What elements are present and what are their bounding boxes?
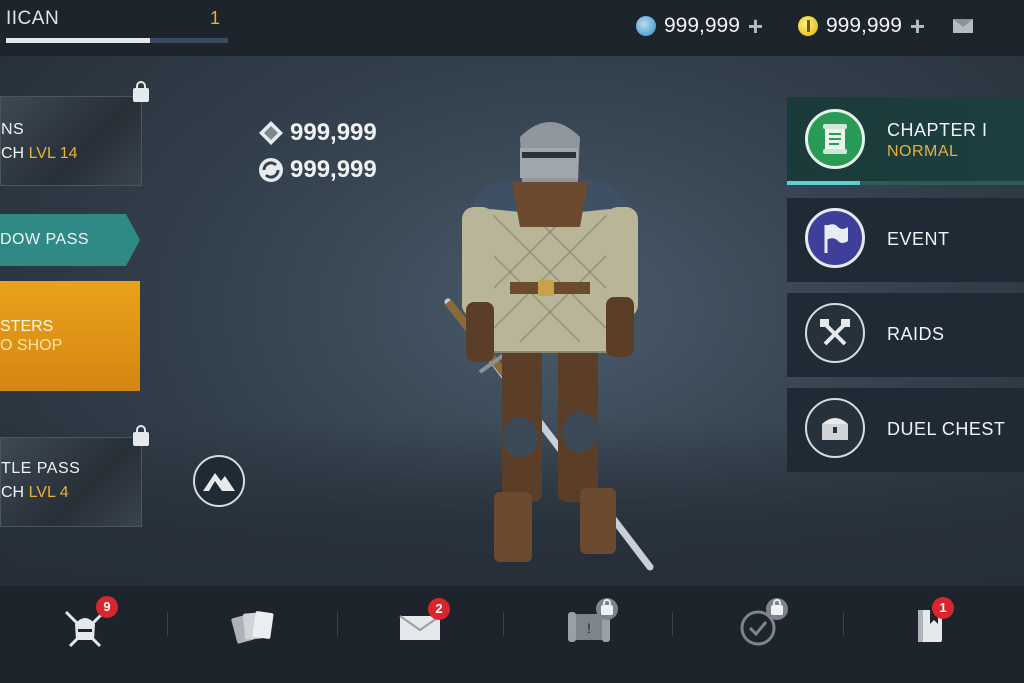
tasks-lock-badge: [766, 598, 788, 620]
coin-amount: 999,999: [826, 14, 902, 37]
flag-icon: [805, 208, 865, 268]
mountain-icon: [203, 473, 235, 491]
map-nav[interactable]: !: [566, 598, 618, 648]
battle-pass-tile[interactable]: TLE PASS CH LVL 4: [0, 425, 149, 527]
chapter-progress: [787, 181, 1024, 185]
crossed-axes-icon: [805, 303, 865, 363]
gem-icon: [636, 16, 656, 36]
gem-currency: 999,999 +: [636, 13, 763, 39]
nav-divider: [672, 612, 673, 636]
journal-nav[interactable]: 1: [914, 597, 954, 648]
knight-character: [444, 122, 654, 571]
scroll-icon: [805, 109, 865, 169]
nav-divider: [337, 612, 338, 636]
chest-icon: [805, 398, 865, 458]
offers-shop-button[interactable]: STERS O SHOP: [0, 281, 140, 391]
lock-icon: [133, 425, 149, 446]
chapter-progress-fill: [787, 181, 861, 185]
center-currency-2: 999,999: [258, 156, 377, 184]
svg-text:!: !: [587, 620, 591, 636]
center-currency-2-amount: 999,999: [290, 156, 377, 183]
raids-button[interactable]: RAIDS: [787, 293, 1024, 377]
inbox-icon[interactable]: [953, 19, 973, 33]
add-coins-button[interactable]: +: [910, 13, 925, 39]
mountain-button[interactable]: [193, 455, 245, 507]
coin-icon: [798, 16, 818, 36]
raids-title: RAIDS: [887, 324, 945, 344]
tile-top-level: LVL 14: [28, 145, 78, 162]
player-level: 1: [210, 8, 221, 28]
event-title: EVENT: [887, 229, 950, 249]
journal-badge: 1: [932, 597, 954, 619]
tasks-nav[interactable]: [738, 598, 788, 648]
offers-line1: STERS: [0, 318, 54, 335]
offers-line2: O SHOP: [0, 337, 63, 354]
chapter-title: CHAPTER I: [887, 120, 988, 140]
nav-divider: [503, 612, 504, 636]
center-currency-1: 999,999: [258, 119, 377, 147]
event-button[interactable]: EVENT: [787, 198, 1024, 282]
gem-amount: 999,999: [664, 14, 740, 37]
battle-pass-line1: TLE PASS: [1, 460, 81, 477]
bottom-nav-bar: [0, 586, 1024, 683]
top-bar: IICAN 1 999,999 + 999,999 +: [0, 0, 1024, 56]
diamond-icon: [259, 121, 283, 145]
tile-top-line1: NS: [1, 121, 25, 138]
chapter-difficulty: NORMAL: [887, 143, 959, 160]
shadow-pass-label: DOW PASS: [0, 231, 90, 248]
tile-top-line2: CH LVL 14: [1, 145, 78, 162]
left-tile-top[interactable]: NS CH LVL 14: [0, 81, 149, 186]
coin-currency: 999,999 +: [798, 13, 925, 39]
mail-nav[interactable]: 2: [398, 598, 450, 646]
fight-nav[interactable]: 9: [60, 596, 118, 652]
cards-icon: [231, 611, 274, 644]
lock-icon: [771, 599, 783, 615]
lock-icon: [133, 81, 149, 102]
swirl-icon: [259, 158, 283, 182]
xp-fill: [6, 38, 151, 43]
map-lock-badge: [596, 598, 618, 620]
lock-icon: [601, 599, 613, 615]
fight-badge: 9: [96, 596, 118, 618]
battle-pass-line2: CH LVL 4: [1, 484, 69, 501]
cards-nav[interactable]: [230, 606, 276, 648]
nav-divider: [843, 612, 844, 636]
xp-bar: [6, 38, 228, 43]
duel-chest-title: DUEL CHEST: [887, 419, 1006, 439]
add-gems-button[interactable]: +: [748, 13, 763, 39]
nav-divider: [167, 612, 168, 636]
battle-pass-level: LVL 4: [28, 484, 69, 501]
duel-chest-button[interactable]: DUEL CHEST: [787, 388, 1024, 472]
shadow-pass-button[interactable]: DOW PASS: [0, 214, 140, 266]
center-currency-1-amount: 999,999: [290, 119, 377, 146]
mail-badge: 2: [428, 598, 450, 620]
chapter-button[interactable]: CHAPTER I NORMAL: [787, 97, 1024, 185]
player-name: IICAN: [6, 8, 60, 29]
